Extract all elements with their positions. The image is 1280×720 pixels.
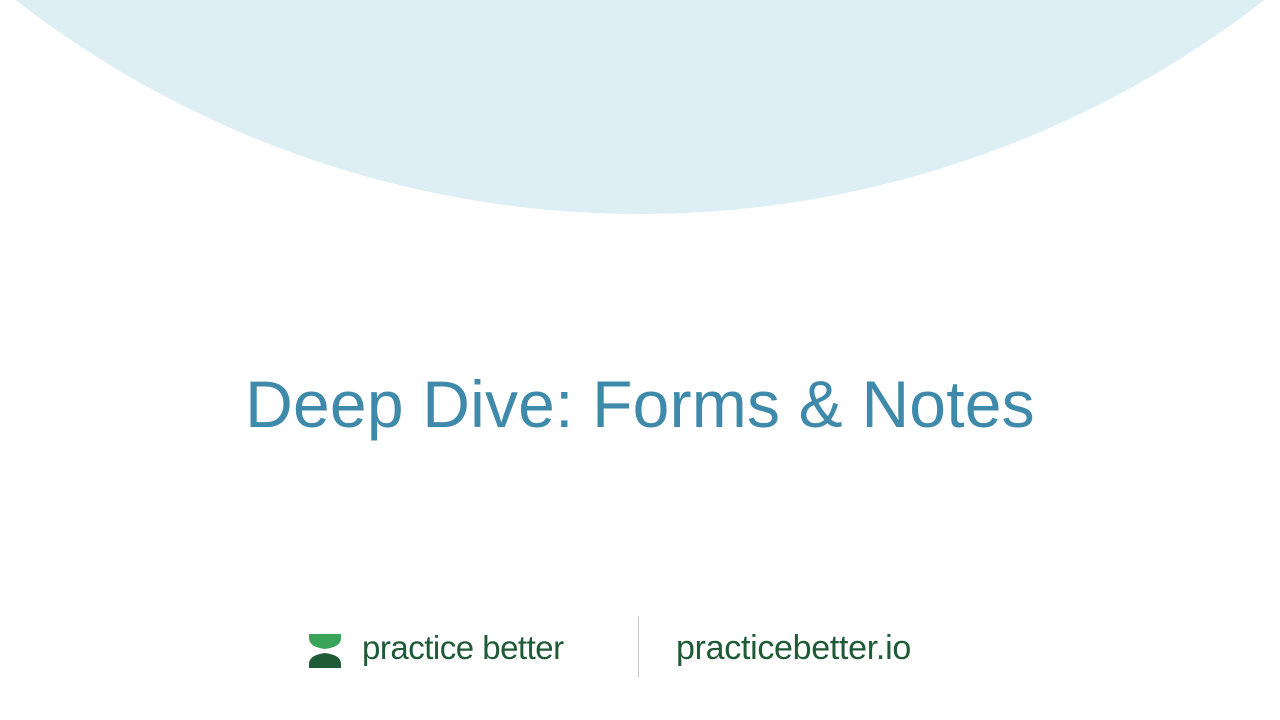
brand-name: practice better xyxy=(362,629,564,666)
slide-title: Deep Dive: Forms & Notes xyxy=(245,367,1035,441)
background-arc xyxy=(0,0,1280,214)
footer: practice better practicebetter.io xyxy=(0,616,1280,678)
footer-divider xyxy=(638,616,639,677)
website-url: practicebetter.io xyxy=(676,629,911,667)
practice-better-logo-icon xyxy=(309,634,341,668)
title-slide: Deep Dive: Forms & Notes practice better… xyxy=(0,0,1280,720)
